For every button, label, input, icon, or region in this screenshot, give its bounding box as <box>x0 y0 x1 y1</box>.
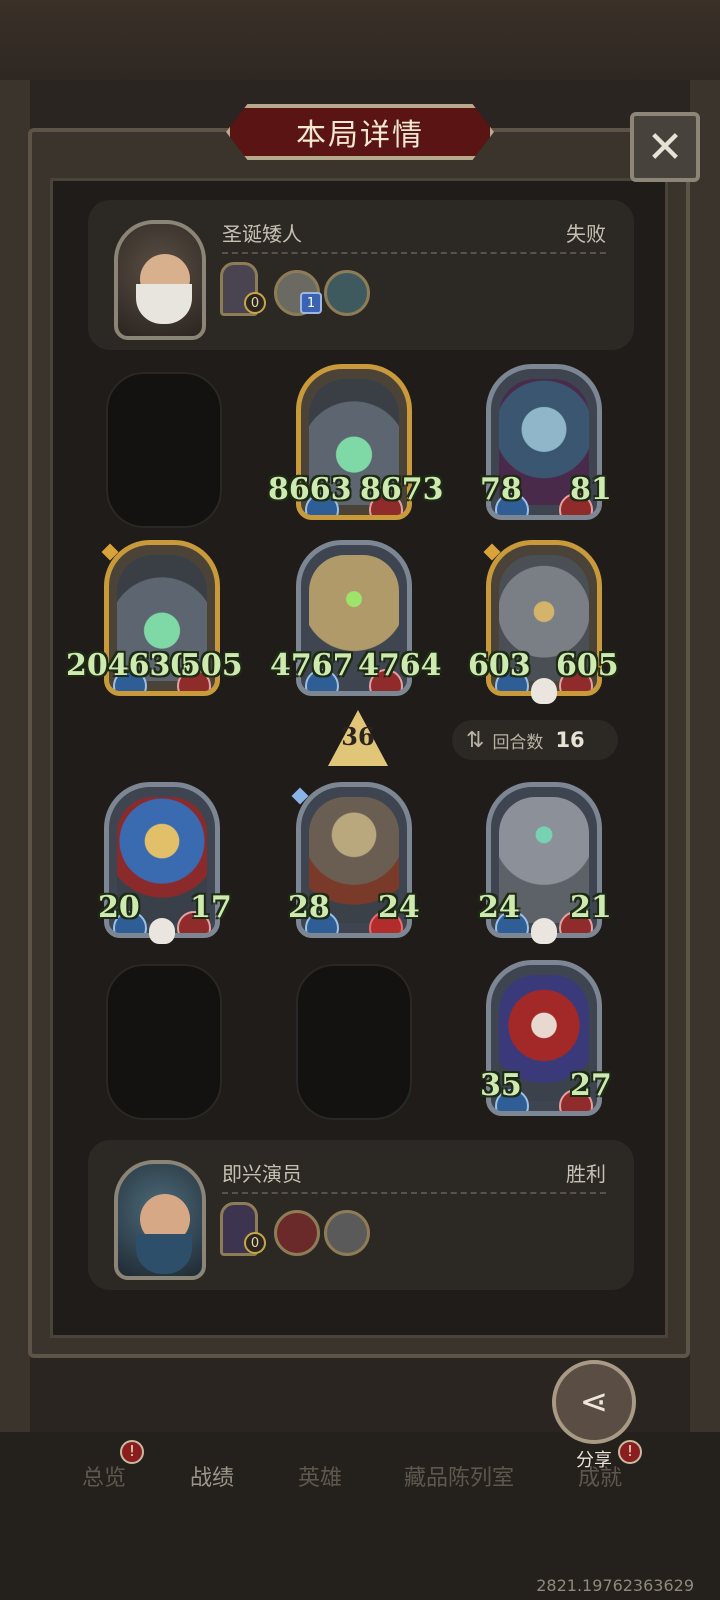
deathrattle-skull-icon <box>149 918 175 944</box>
turn-indicator-value: 36 <box>341 722 375 751</box>
opponent-trinket-badge: 1 <box>300 292 322 314</box>
player-attack-value: 24 <box>478 890 520 925</box>
close-icon: ✕ <box>646 121 684 173</box>
round-counter: ⇅ 回合数 16 <box>452 720 618 760</box>
player-name: 即兴演员 <box>222 1162 302 1186</box>
panel-title: 本局详情 <box>296 118 424 153</box>
title-banner: 本局详情 <box>226 104 494 160</box>
enemy-attack-value: 204630 <box>66 648 192 683</box>
tab-records[interactable]: 战绩 <box>190 1460 234 1492</box>
player-health-value: 21 <box>570 890 612 925</box>
enemy-health-value: 81 <box>570 472 612 507</box>
enemy-attack-value: 603 <box>468 648 531 683</box>
empty-board-slot <box>106 964 222 1120</box>
opponent-name: 圣诞矮人 <box>222 222 302 246</box>
player-tavern-badge: 0 <box>244 1232 266 1254</box>
alert-badge: ! <box>120 1440 144 1464</box>
enemy-attack-value: 4767 <box>270 648 354 683</box>
enemy-attack-value: 78 <box>480 472 522 507</box>
opponent-card: 圣诞矮人 失败 0 1 <box>88 200 634 350</box>
build-id: 2821.19762363629 <box>536 1576 694 1595</box>
player-result: 胜利 <box>566 1162 606 1186</box>
round-label: 回合数 <box>492 732 544 753</box>
opponent-tavern-badge: 0 <box>244 292 266 314</box>
refresh-icon: ⇅ <box>466 727 485 753</box>
player-health-value: 24 <box>378 890 420 925</box>
enemy-attack-value: 8663 <box>268 472 352 507</box>
close-button[interactable]: ✕ <box>630 112 700 182</box>
share-button[interactable]: ⋖ <box>552 1360 636 1444</box>
opponent-portrait[interactable] <box>114 220 206 340</box>
player-card: 即兴演员 胜利 0 <box>88 1140 634 1290</box>
share-label: 分享 <box>576 1450 612 1471</box>
player-trinket-icon[interactable] <box>274 1210 320 1256</box>
deathrattle-skull-icon <box>531 918 557 944</box>
player-attack-value: 35 <box>480 1068 522 1103</box>
player-attack-value: 20 <box>98 890 140 925</box>
enemy-health-value: 8673 <box>360 472 444 507</box>
player-attack-value: 28 <box>288 890 330 925</box>
tab-heroes[interactable]: 英雄 <box>298 1460 342 1492</box>
player-relic-icon[interactable] <box>324 1210 370 1256</box>
empty-board-slot <box>296 964 412 1120</box>
deathrattle-skull-icon <box>531 678 557 704</box>
enemy-health-value: 505 <box>180 648 243 683</box>
share-icon: ⋖ <box>579 1382 609 1422</box>
tab-overview[interactable]: 总览 <box>82 1460 126 1492</box>
player-health-value: 27 <box>570 1068 612 1103</box>
divider <box>222 252 606 254</box>
left-wall <box>0 80 30 1460</box>
player-portrait[interactable] <box>114 1160 206 1280</box>
top-background <box>0 0 720 80</box>
empty-board-slot <box>106 372 222 528</box>
enemy-health-value: 4764 <box>358 648 442 683</box>
right-wall <box>690 80 720 1460</box>
tab-collection-gallery[interactable]: 藏品陈列室 <box>404 1460 514 1492</box>
round-value: 16 <box>555 728 585 752</box>
player-health-value: 17 <box>190 890 232 925</box>
enemy-health-value: 605 <box>556 648 619 683</box>
opponent-result: 失败 <box>566 222 606 246</box>
divider <box>222 1192 606 1194</box>
opponent-relic-icon[interactable] <box>324 270 370 316</box>
